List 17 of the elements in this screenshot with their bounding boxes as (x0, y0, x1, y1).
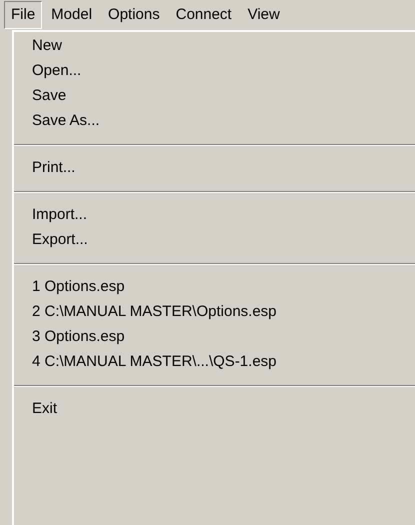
menu-item[interactable]: 3 Options.esp (14, 325, 415, 350)
menu-item[interactable]: Import... (14, 203, 415, 228)
menu-bar-item[interactable]: Model (44, 0, 100, 30)
menu-item[interactable]: Print... (14, 156, 415, 181)
menu-item[interactable]: Save (14, 84, 415, 109)
menu-bar-item[interactable]: Connect (168, 0, 239, 30)
menu-item[interactable]: 1 Options.esp (14, 275, 415, 300)
menu-item[interactable]: Exit (14, 397, 415, 422)
menu-item[interactable]: Export... (14, 228, 415, 253)
menu-item[interactable]: 4 C:\MANUAL MASTER\...\QS-1.esp (14, 350, 415, 375)
menu-item[interactable]: 2 C:\MANUAL MASTER\Options.esp (14, 300, 415, 325)
menu-bar-item[interactable]: View (240, 0, 287, 30)
menu-bar-item[interactable]: Options (101, 0, 167, 30)
menu-item[interactable]: Save As... (14, 109, 415, 134)
menu-item[interactable]: New (14, 34, 415, 59)
menu-item[interactable]: Open... (14, 59, 415, 84)
menu-bar-item[interactable]: File (4, 0, 42, 30)
